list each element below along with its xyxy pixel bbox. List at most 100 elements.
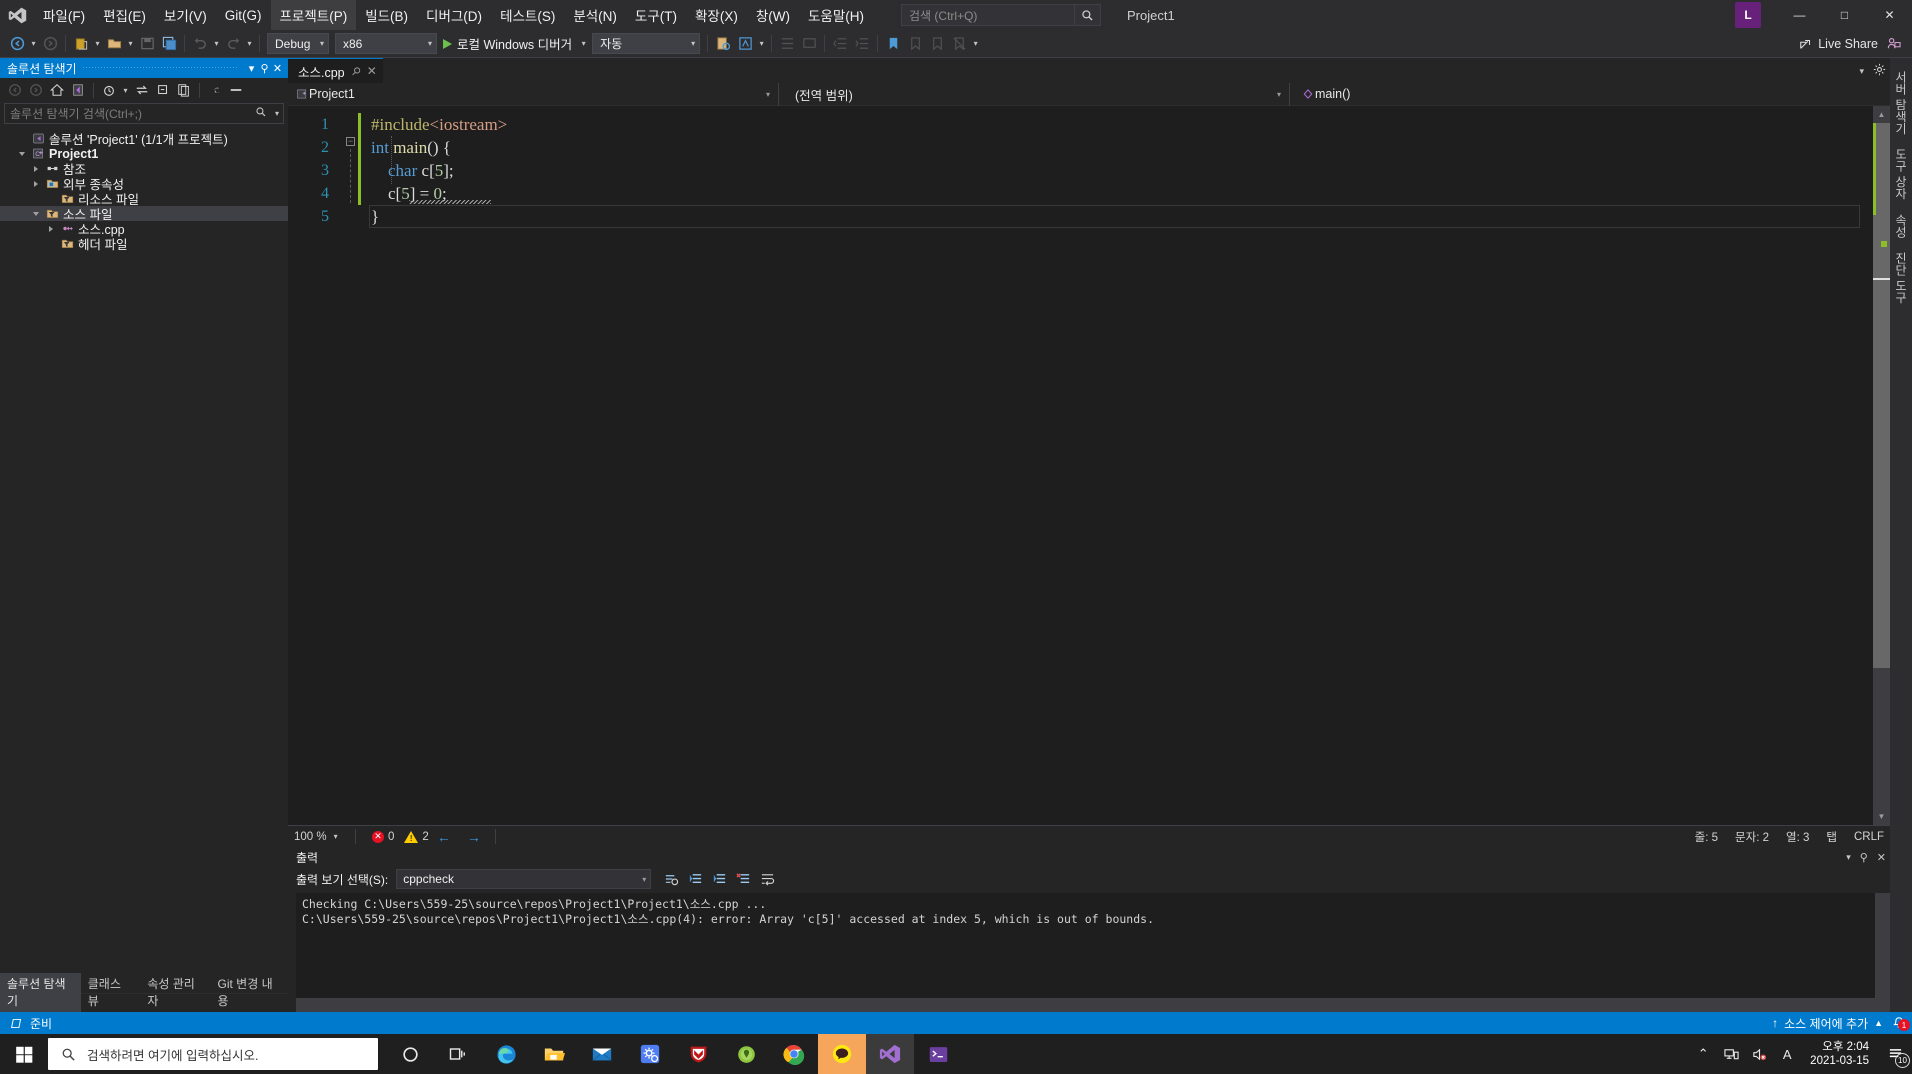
open-file-dropdown[interactable]: ▾	[125, 32, 136, 56]
edge-icon[interactable]	[482, 1034, 530, 1074]
tree-item-header-files[interactable]: 헤더 파일	[0, 236, 288, 252]
add-to-source-control-icon[interactable]: ↑	[1772, 1016, 1778, 1030]
tab-server-explorer[interactable]: 서버 탐색기	[1891, 64, 1912, 141]
chrome-icon[interactable]	[770, 1034, 818, 1074]
add-to-source-control-label[interactable]: 소스 제어에 추가	[1784, 1015, 1868, 1032]
save-all-icon[interactable]	[158, 32, 180, 56]
alzip-icon[interactable]	[722, 1034, 770, 1074]
twisty-collapsed-icon[interactable]	[28, 165, 43, 172]
output-source-combo[interactable]: cppcheck ▾	[396, 869, 652, 889]
bookmark-icon[interactable]	[882, 32, 904, 56]
pin-icon[interactable]: ⚲	[258, 62, 271, 75]
action-center-icon[interactable]: 10	[1878, 1034, 1912, 1074]
scroll-down-icon[interactable]: ▼	[1873, 808, 1890, 825]
file-explorer-icon[interactable]	[530, 1034, 578, 1074]
undo-icon[interactable]	[189, 32, 211, 56]
account-avatar[interactable]: L	[1735, 2, 1761, 28]
taskbar-clock[interactable]: 오후 2:04 2021-03-15	[1801, 1040, 1878, 1068]
outdent-icon[interactable]	[829, 32, 851, 56]
settings-icon[interactable]	[626, 1034, 674, 1074]
go-to-previous-icon[interactable]	[684, 868, 706, 890]
output-text-area[interactable]: Checking C:\Users\559-25\source\repos\Pr…	[296, 893, 1890, 998]
undo-dropdown[interactable]: ▾	[211, 32, 222, 56]
search-icon[interactable]	[1074, 4, 1100, 26]
twisty-expanded-icon[interactable]	[28, 211, 43, 216]
nav-project-combo[interactable]: Project1 ▾	[288, 83, 778, 106]
tree-item-project[interactable]: C Project1	[0, 146, 288, 161]
tree-item-external-dependencies[interactable]: 외부 종속성	[0, 176, 288, 192]
tab-properties[interactable]: 속성	[1891, 207, 1912, 245]
twisty-expanded-icon[interactable]	[14, 151, 29, 156]
code-editor[interactable]: 1 2 3 4 5 − #include<iostream> int main(…	[288, 106, 1890, 825]
menu-item-view[interactable]: 보기(V)	[155, 0, 216, 30]
cortana-icon[interactable]	[386, 1034, 434, 1074]
twisty-collapsed-icon[interactable]	[43, 225, 58, 232]
live-share-button[interactable]: Live Share	[1799, 37, 1878, 51]
tree-item-references[interactable]: 참조	[0, 161, 288, 177]
send-feedback-icon[interactable]	[1882, 32, 1904, 56]
code-line-2[interactable]: int main() {	[361, 136, 1890, 159]
notifications-icon[interactable]: 1	[1889, 1016, 1910, 1031]
output-horizontal-scrollbar[interactable]	[296, 998, 1890, 1012]
minimize-button[interactable]: —	[1777, 0, 1822, 30]
mcafee-icon[interactable]	[674, 1034, 722, 1074]
mail-icon[interactable]	[578, 1034, 626, 1074]
pin-icon[interactable]: ⚲	[1860, 851, 1868, 864]
status-tab-mode[interactable]: 탭	[1826, 829, 1837, 845]
prev-bookmark-icon[interactable]	[926, 32, 948, 56]
titlebar-drag-handle[interactable]	[82, 64, 239, 72]
menu-item-edit[interactable]: 편집(E)	[94, 0, 155, 30]
next-issue-icon[interactable]: →	[467, 829, 481, 845]
find-message-icon[interactable]	[660, 868, 682, 890]
previous-issue-icon[interactable]: ←	[437, 829, 451, 845]
tabstrip-chevron-down-icon[interactable]: ▾	[1859, 66, 1864, 77]
open-file-icon[interactable]	[103, 32, 125, 56]
properties-icon[interactable]	[205, 80, 225, 101]
panel-minimize-icon[interactable]: ▾	[245, 62, 258, 75]
menu-item-window[interactable]: 창(W)	[747, 0, 799, 30]
visual-studio-icon[interactable]	[866, 1034, 914, 1074]
preview-icon[interactable]	[226, 80, 246, 101]
pin-icon[interactable]: ⚲	[348, 64, 363, 78]
clear-bookmarks-icon[interactable]	[948, 32, 970, 56]
tab-toolbox[interactable]: 도구 상자	[1891, 141, 1912, 206]
sync-icon[interactable]	[132, 80, 152, 101]
save-icon[interactable]	[136, 32, 158, 56]
indent-icon[interactable]	[776, 32, 798, 56]
solution-platform-combo[interactable]: x86 ▾	[335, 33, 437, 54]
show-hidden-icons-chevron-icon[interactable]: ⌃	[1689, 1034, 1717, 1074]
scroll-up-icon[interactable]: ▲	[1873, 106, 1890, 123]
menu-item-debug[interactable]: 디버그(D)	[417, 0, 491, 30]
global-search-input[interactable]: 검색 (Ctrl+Q)	[901, 4, 1102, 26]
redo-icon[interactable]	[222, 32, 244, 56]
comment-icon[interactable]	[798, 32, 820, 56]
terminal-icon[interactable]	[914, 1034, 962, 1074]
solution-search-input[interactable]: 솔루션 탐색기 검색(Ctrl+;) ▾	[4, 103, 284, 124]
chevron-up-icon[interactable]: ▲	[1874, 1018, 1883, 1028]
architecture-combo[interactable]: 자동 ▾	[592, 33, 701, 54]
warning-count-group[interactable]: 2	[404, 830, 429, 843]
collapse-all-icon[interactable]	[153, 80, 173, 101]
menu-item-tools[interactable]: 도구(T)	[626, 0, 686, 30]
editor-scrollbar[interactable]: ▲ ▼	[1873, 106, 1890, 825]
pending-changes-icon[interactable]	[99, 80, 119, 101]
task-view-icon[interactable]	[434, 1034, 482, 1074]
select-schema-icon[interactable]	[734, 32, 756, 56]
close-button[interactable]: ✕	[1867, 0, 1912, 30]
fold-toggle-icon[interactable]: −	[346, 137, 355, 146]
menu-item-git[interactable]: Git(G)	[216, 0, 271, 30]
volume-muted-icon[interactable]	[1745, 1034, 1773, 1074]
tree-item-source-files[interactable]: 소스 파일	[0, 206, 288, 222]
code-text-area[interactable]: #include<iostream> int main() { char c[5…	[361, 106, 1890, 825]
solution-view-icon[interactable]	[68, 80, 88, 101]
taskbar-search-input[interactable]: 검색하려면 여기에 입력하십시오.	[48, 1038, 378, 1070]
menu-item-extensions[interactable]: 확장(X)	[686, 0, 747, 30]
indent-more-icon[interactable]	[851, 32, 873, 56]
folding-margin[interactable]: −	[344, 106, 358, 825]
output-vertical-scrollbar[interactable]	[1875, 893, 1890, 998]
back-icon[interactable]	[5, 80, 25, 101]
panel-minimize-icon[interactable]: ▾	[1846, 852, 1851, 863]
start-debugging-button[interactable]: 로컬 Windows 디버거	[440, 32, 578, 56]
code-line-3[interactable]: char c[5];	[361, 159, 1890, 182]
solution-configuration-combo[interactable]: Debug ▾	[267, 33, 329, 54]
